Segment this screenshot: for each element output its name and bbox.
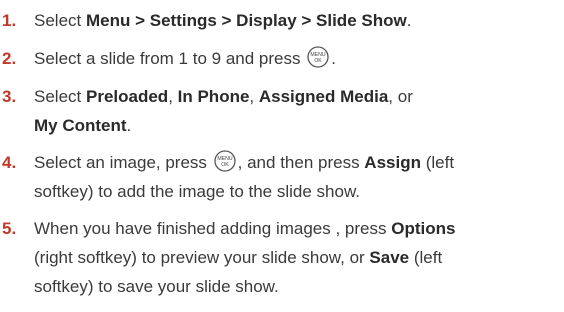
text-segment: Select an image, press: [34, 153, 212, 172]
text-segment: softkey) to add the image to the slide s…: [34, 182, 361, 201]
step-number: 1.: [2, 11, 17, 30]
step-number: 4.: [2, 153, 17, 172]
option-preloaded: Preloaded: [85, 87, 169, 106]
text-segment: ,: [249, 87, 259, 106]
text-segment: .: [126, 116, 132, 135]
menu-ok-key-icon: MENU OK: [214, 150, 236, 172]
text-segment: Select: [34, 87, 86, 106]
svg-text:OK: OK: [221, 162, 229, 168]
option-assigned-media: Assigned Media: [258, 87, 389, 106]
text-segment: (left: [420, 153, 455, 172]
step-text: When you have finished adding images , p…: [34, 214, 562, 301]
step-number: 2.: [2, 49, 17, 68]
step-text: Select an image, press MENU OK, and then …: [34, 148, 562, 206]
instruction-list: 1. Select Menu > Settings > Display > Sl…: [0, 0, 564, 312]
step-text: Select a slide from 1 to 9 and press MEN…: [34, 44, 562, 73]
step-text: Select Menu > Settings > Display > Slide…: [34, 6, 562, 35]
softkey-options: Options: [391, 219, 456, 238]
softkey-assign: Assign: [364, 153, 421, 172]
step-number: 3.: [2, 87, 17, 106]
softkey-save: Save: [369, 248, 410, 267]
text-segment: .: [406, 11, 412, 30]
text-segment: , and then press: [237, 153, 365, 172]
option-in-phone: In Phone: [177, 87, 250, 106]
menu-ok-key-icon: MENU OK: [307, 46, 329, 68]
svg-text:OK: OK: [314, 58, 322, 64]
text-segment: (right softkey) to preview your slide sh…: [34, 248, 370, 267]
text-segment: Select: [34, 11, 86, 30]
step-number: 5.: [2, 219, 17, 238]
option-my-content: My Content: [34, 116, 127, 135]
text-segment: ,: [168, 87, 178, 106]
text-segment: When you have finished adding images , p…: [34, 219, 392, 238]
step-text: Select Preloaded, In Phone, Assigned Med…: [34, 82, 562, 140]
text-segment: , or: [388, 87, 413, 106]
text-segment: .: [331, 49, 336, 68]
menu-path: Menu > Settings > Display > Slide Show: [85, 11, 407, 30]
text-segment: softkey) to save your slide show.: [34, 277, 279, 296]
text-segment: Select a slide from 1 to 9 and press: [34, 49, 306, 68]
text-segment: (left: [409, 248, 443, 267]
